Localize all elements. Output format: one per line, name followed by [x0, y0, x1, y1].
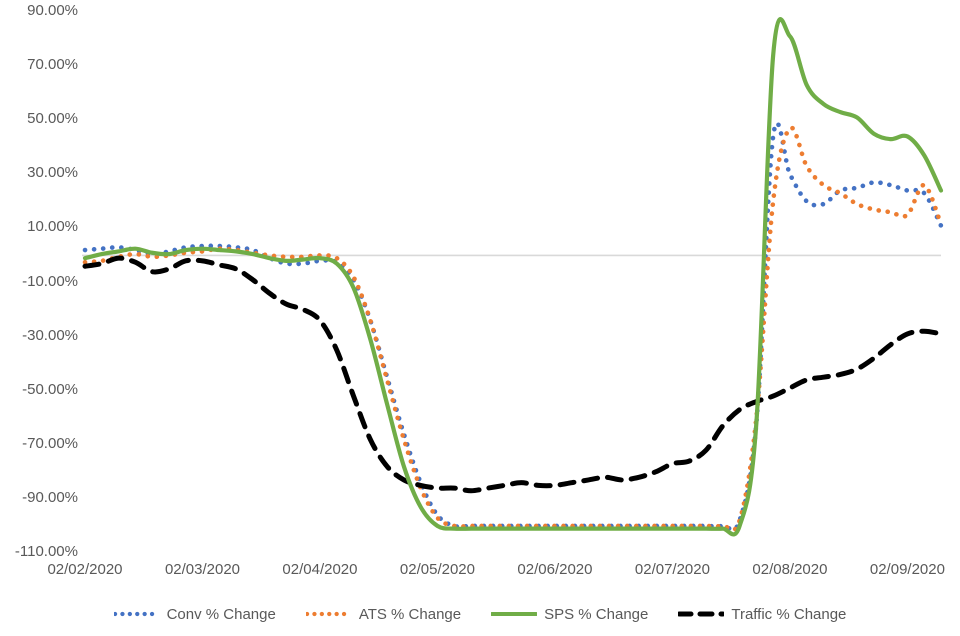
chart-container: 90.00% 70.00% 50.00% 30.00% 10.00% -10.00% -30…: [0, 0, 960, 636]
y-tick-label: 10.00%: [27, 218, 78, 236]
y-tick-label: -50.00%: [22, 380, 78, 398]
legend-item[interactable]: Conv % Change: [113, 605, 276, 623]
legend-item[interactable]: SPS % Change: [491, 606, 648, 623]
series-line-traffic-change: [82, 255, 944, 494]
legend-key-swatch: [491, 612, 538, 616]
x-tick-label: 02/09/2020: [869, 561, 945, 578]
x-tick-label: 02/07/2020: [634, 561, 710, 578]
legend-key-swatch: [678, 611, 725, 617]
legend-label: SPS % Change: [544, 605, 649, 623]
y-tick-label: -110.00%: [14, 543, 78, 560]
x-tick-label: 02/06/2020: [517, 561, 593, 578]
y-tick-label: 90.00%: [27, 2, 78, 19]
series-line-sps-change: [82, 17, 944, 537]
legend-item[interactable]: ATS % Change: [305, 605, 462, 623]
chart-plot-area: [82, 17, 944, 537]
chart-legend: Conv % Change ATS % Change SPS % Change Tra…: [0, 600, 960, 628]
series-lines: [82, 17, 944, 537]
y-tick-label: -70.00%: [22, 434, 78, 452]
legend-label: Conv % Change: [166, 605, 276, 623]
x-tick-label: 02/04/2020: [282, 561, 358, 578]
y-tick-label: -30.00%: [22, 326, 78, 344]
x-tick-label: 02/05/2020: [399, 561, 475, 578]
y-tick-label: -10.00%: [22, 272, 78, 290]
x-tick-label: 02/02/2020: [47, 561, 123, 578]
legend-key-swatch: [113, 611, 160, 617]
x-tick-label: 02/03/2020: [164, 561, 241, 578]
x-tick-label: 02/08/2020: [752, 561, 828, 578]
legend-item[interactable]: Traffic % Change: [678, 606, 846, 623]
y-tick-label: 70.00%: [27, 56, 78, 74]
y-tick-label: -90.00%: [22, 488, 78, 506]
y-tick-label: 50.00%: [27, 110, 78, 128]
series-line-conv-change: [82, 121, 944, 532]
legend-key-swatch: [305, 611, 352, 617]
legend-label: ATS % Change: [358, 605, 462, 623]
series-line-ats-change: [82, 125, 944, 533]
y-tick-label: 30.00%: [27, 164, 78, 182]
legend-label: Traffic % Change: [731, 605, 847, 623]
